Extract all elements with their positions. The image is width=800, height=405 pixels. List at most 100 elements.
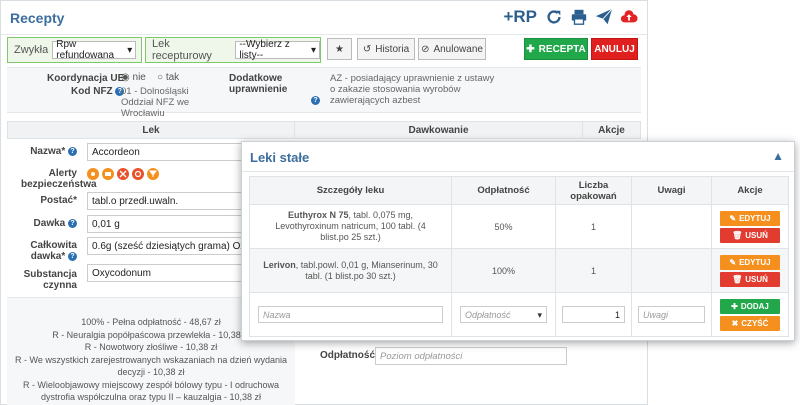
form-input[interactable]: tabl.o przedł.uwaln. — [87, 192, 257, 210]
col-notes: Uwagi — [631, 176, 712, 205]
col-count: Liczba opakowań — [555, 176, 632, 205]
doping-alert-icon[interactable] — [132, 168, 144, 180]
col-details: Szczegóły leku — [249, 176, 452, 205]
edit-button[interactable]: ✎ EDYTUJ — [720, 210, 780, 226]
eu-coordination-radio-group: ◉ nie ○ tak — [121, 72, 179, 83]
table-row: Euthyrox N 75, tabl. 0,075 mg, Levothyro… — [249, 204, 789, 249]
add-prescription-button[interactable]: ✚ RECEPTA — [524, 38, 588, 60]
drug-name-input[interactable]: Accordeon — [87, 143, 257, 161]
chevron-down-icon: ▾ — [537, 310, 542, 320]
page-title: Recepty — [10, 10, 65, 26]
favorites-button[interactable]: ★ — [327, 38, 352, 60]
eu-coordination-label: Koordynacja UE — [47, 73, 125, 84]
nfz-code-label: Kod NFZ ? — [71, 86, 125, 97]
chevron-up-icon[interactable]: ▲ — [772, 149, 784, 163]
prescription-type-label: Zwykła — [14, 44, 49, 56]
help-icon[interactable]: ? — [311, 95, 320, 105]
payment-level-input[interactable]: Poziom odpłatności — [375, 347, 567, 365]
new-notes-cell: Uwagi — [631, 292, 712, 337]
drug-details: Euthyrox N 75, tabl. 0,075 mg, Levothyro… — [249, 204, 452, 249]
add-rp-button[interactable]: +RP — [503, 7, 537, 27]
form-label: Postać* — [40, 195, 77, 206]
total-dose-label: Całkowita dawka* ? — [30, 240, 77, 262]
panel-header: Recepty +RP — [1, 1, 647, 35]
new-count-cell: 1 — [555, 292, 632, 337]
fixed-drugs-title: Leki stałe — [250, 150, 310, 165]
alcohol-alert-icon[interactable] — [117, 168, 129, 180]
fixed-drugs-table: Szczegóły leku Odpłatność Liczba opakowa… — [249, 176, 789, 337]
new-count-input[interactable]: 1 — [562, 306, 625, 323]
trash-icon: 🗑 — [732, 274, 743, 284]
send-icon[interactable] — [594, 7, 614, 27]
col-payment: Odpłatność — [451, 176, 556, 205]
chevron-down-icon: ▾ — [127, 44, 133, 56]
compound-drug-select[interactable]: --Wybierz z listy-- ▾ — [235, 39, 320, 61]
fixed-drugs-dialog: Leki stałe ▲ Szczegóły leku Odpłatność L… — [241, 141, 795, 341]
new-name-input[interactable]: Nazwa — [258, 306, 443, 323]
upload-cloud-icon[interactable] — [619, 7, 639, 27]
delete-button[interactable]: 🗑 USUŃ — [720, 271, 780, 287]
pencil-icon: ✎ — [729, 257, 737, 267]
drug-notes — [631, 204, 712, 249]
substance-input[interactable]: Oxycodonum — [87, 264, 257, 282]
glass-alert-icon[interactable] — [147, 168, 159, 180]
pregnancy-alert-icon[interactable] — [87, 168, 99, 180]
col-actions: Akcje — [711, 176, 789, 205]
trash-icon: 🗑 — [732, 230, 743, 240]
radio-yes[interactable]: ○ tak — [157, 72, 179, 83]
drug-payment: 100% — [451, 248, 556, 293]
payment-label: Odpłatność — [320, 350, 376, 361]
prescription-type-select[interactable]: Rpw refundowana ▾ — [52, 39, 137, 61]
refresh-icon[interactable] — [544, 7, 564, 27]
drug-details: Lerivon, tabl.powl. 0,01 g, Mianserinum,… — [249, 248, 452, 293]
driving-alert-icon[interactable] — [102, 168, 114, 180]
new-name-cell: Nazwa — [249, 292, 452, 337]
edit-button[interactable]: ✎ EDYTUJ — [720, 254, 780, 270]
refund-line: R - Wieloobjawowy miejscowy zespół bólow… — [22, 379, 280, 403]
help-icon[interactable]: ? — [68, 218, 77, 228]
history-icon: ↺ — [362, 43, 372, 55]
clear-button[interactable]: ✖ CZYŚĆ — [720, 315, 780, 331]
chevron-down-icon: ▾ — [310, 44, 316, 56]
plus-icon: ✚ — [731, 301, 738, 311]
fixed-drugs-header-row: Szczegóły leku Odpłatność Liczba opakowa… — [249, 176, 789, 205]
drug-payment: 50% — [451, 204, 556, 249]
safety-alerts — [87, 168, 162, 180]
new-row-actions: ✚ DODAJ ✖ CZYŚĆ — [711, 292, 789, 337]
fixed-drugs-header: Leki stałe ▲ — [242, 142, 794, 172]
col-drug: Lek — [8, 122, 295, 138]
substance-label: Substancja czynna — [23, 269, 77, 291]
drug-table-header: Lek Dawkowanie Akcje — [7, 121, 641, 139]
refund-line: R - Nowotwory złośliwe - 10,38 zł — [84, 342, 218, 352]
nfz-code-value: 01 - Dolnośląski Oddział NFZ we Wrocławi… — [121, 86, 190, 119]
cancel-button[interactable]: ANULUJ — [591, 38, 638, 60]
extra-rights-value: AZ - posiadający uprawnienie z ustawy o … — [330, 73, 495, 106]
col-dosage: Dawkowanie — [295, 122, 583, 138]
new-payment-select[interactable]: Odpłatność ▾ — [460, 306, 547, 323]
print-icon[interactable] — [569, 7, 589, 27]
help-icon[interactable]: ? — [68, 146, 77, 156]
row-actions: ✎ EDYTUJ 🗑 USUŃ — [711, 248, 789, 293]
ban-icon: ⊘ — [421, 43, 430, 55]
new-payment-cell: Odpłatność ▾ — [451, 292, 556, 337]
history-button[interactable]: ↺ Historia — [357, 38, 415, 60]
drug-notes — [631, 248, 712, 293]
dose-input[interactable]: 0,01 g — [87, 215, 257, 233]
drug-count: 1 — [555, 204, 632, 249]
new-drug-row: Nazwa Odpłatność ▾ 1 Uwagi ✚ DODAJ ✖ CZYŚĆ — [249, 292, 789, 337]
row-actions: ✎ EDYTUJ 🗑 USUŃ — [711, 204, 789, 249]
help-icon[interactable]: ? — [68, 251, 77, 261]
col-actions: Akcje — [598, 124, 625, 136]
drug-name-label: Nazwa* ? — [21, 146, 77, 157]
cancelled-button[interactable]: ⊘ Anulowane — [418, 38, 486, 60]
header-toolbar: +RP — [503, 7, 639, 27]
new-notes-input[interactable]: Uwagi — [638, 306, 705, 323]
radio-no[interactable]: ◉ nie — [121, 72, 146, 83]
compound-drug-label: Lek recepturowy — [152, 38, 212, 62]
insurance-info: Koordynacja UE ◉ nie ○ tak Kod NFZ ? 01 … — [7, 67, 641, 119]
delete-button[interactable]: 🗑 USUŃ — [720, 227, 780, 243]
drug-count: 1 — [555, 248, 632, 293]
total-dose-input[interactable]: 0.6g (sześć dziesiątych grama) Oxycodonu… — [87, 237, 257, 255]
plus-icon: ✚ — [526, 43, 535, 55]
add-button[interactable]: ✚ DODAJ — [720, 298, 780, 314]
